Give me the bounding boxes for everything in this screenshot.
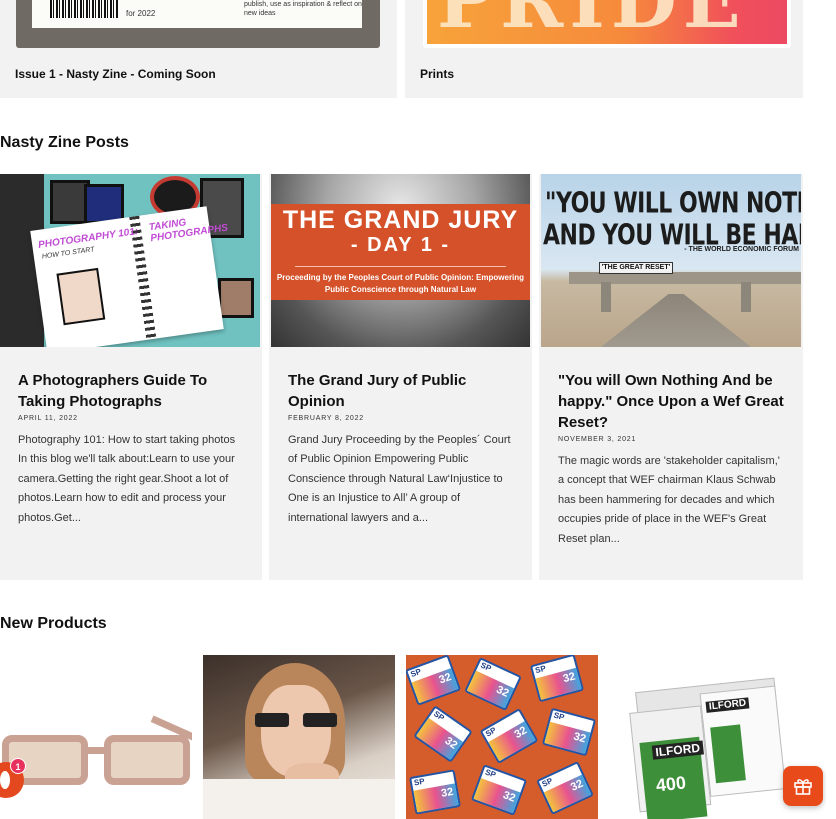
sd-card: SP 32 (479, 708, 539, 764)
film-box-graphic: ILFORD 400 ILFORD (627, 677, 787, 819)
blog-date: APRIL 11, 2022 (18, 415, 78, 422)
film-box-side: ILFORD (699, 685, 787, 797)
sd-card: SP 32 (470, 764, 528, 816)
blog-excerpt: Photography 101: How to start taking pho… (18, 434, 236, 524)
section-heading-posts: Nasty Zine Posts (0, 134, 129, 151)
section-heading-products: New Products (0, 615, 107, 632)
blog-title[interactable]: "You will Own Nothing And be happy." Onc… (558, 370, 785, 433)
road-graphic (601, 294, 751, 347)
blog-card[interactable]: "YOU WILL OWN NOTHING, AND YOU WILL BE H… (539, 174, 803, 580)
photography-artwork: PHOTOGRAPHY 101: HOW TO START TAKING PHO… (0, 174, 260, 347)
sd-brand: SP (534, 663, 547, 676)
pride-letters: PRIDE (437, 0, 747, 44)
page: for 2022 publish, use as inspiration & r… (0, 0, 836, 819)
overpass-pillar (741, 282, 751, 312)
featured-image-prints[interactable]: PRIDE (423, 0, 791, 48)
zine-year-text: for 2022 (126, 9, 156, 18)
blog-date: FEBRUARY 8, 2022 (288, 415, 364, 422)
blog-body: "You will Own Nothing And be happy." Onc… (558, 370, 785, 549)
product-image-sunglasses[interactable] (0, 655, 192, 819)
model-shirt (203, 779, 395, 819)
banner-headline: THE GRAND JURY (282, 206, 519, 234)
sd-brand: SP (432, 709, 446, 723)
sd-card: SP 32 (413, 705, 473, 763)
notebook-graphic: PHOTOGRAPHY 101: HOW TO START TAKING PHO… (30, 206, 229, 347)
sunglasses-lens (104, 735, 190, 785)
sd-brand: SP (479, 660, 493, 674)
sd-card: SP 32 (529, 655, 585, 703)
film-box-front: ILFORD 400 (629, 705, 712, 819)
grand-jury-banner: THE GRAND JURY - DAY 1 - Proceeding by t… (271, 204, 530, 300)
blog-title[interactable]: The Grand Jury of Public Opinion (288, 370, 514, 412)
zine-note-text: publish, use as inspiration & reflect on… (244, 1, 362, 17)
page-edge (826, 0, 836, 819)
barcode-graphic (50, 0, 118, 18)
blog-title[interactable]: A Photographers Guide To Taking Photogra… (18, 370, 244, 412)
product-image-model-sunglasses[interactable] (203, 655, 395, 819)
product-image-sd-cards[interactable]: SP 32 SP 32 SP 32 SP 32 SP 32 SP 32 SP 32 SP 32 … (406, 655, 598, 819)
blog-image-great-reset[interactable]: "YOU WILL OWN NOTHING, AND YOU WILL BE H… (541, 174, 801, 347)
sd-card: SP 32 (536, 761, 594, 815)
featured-title-zine[interactable]: Issue 1 - Nasty Zine - Coming Soon (15, 67, 216, 81)
film-iso: 400 (654, 772, 687, 796)
pride-artwork: PRIDE (427, 0, 787, 44)
blog-body: The Grand Jury of Public Opinion FEBRUAR… (288, 370, 514, 528)
quote-source: - THE WORLD ECONOMIC FORUM (684, 246, 799, 253)
blog-card[interactable]: THE GRAND JURY - DAY 1 - Proceeding by t… (269, 174, 532, 580)
blog-image-photography[interactable]: PHOTOGRAPHY 101: HOW TO START TAKING PHO… (0, 174, 260, 347)
banner-divider (295, 266, 506, 267)
blog-excerpt: The magic words are 'stakeholder capital… (558, 455, 780, 545)
blog-body: A Photographers Guide To Taking Photogra… (18, 370, 244, 528)
grand-jury-artwork: THE GRAND JURY - DAY 1 - Proceeding by t… (271, 174, 530, 347)
blog-card[interactable]: PHOTOGRAPHY 101: HOW TO START TAKING PHO… (0, 174, 262, 580)
artwork-photo-frame (218, 278, 254, 318)
sd-card: SP 32 (406, 655, 462, 706)
blog-excerpt: Grand Jury Proceeding by the Peoples´ Co… (288, 434, 511, 524)
great-reset-artwork: "YOU WILL OWN NOTHING, AND YOU WILL BE H… (541, 174, 801, 347)
chat-unread-badge: 1 (10, 758, 26, 774)
film-brand: ILFORD (705, 697, 750, 713)
sd-capacity: 32 (440, 785, 455, 800)
gift-button[interactable] (783, 766, 823, 806)
sd-card: SP 32 (409, 769, 461, 815)
banner-caption: Proceeding by the Peoples Court of Publi… (276, 273, 525, 294)
featured-title-prints[interactable]: Prints (420, 67, 454, 81)
overpass-pillar (601, 282, 611, 312)
blog-date: NOVEMBER 3, 2021 (558, 436, 637, 443)
chat-icon (0, 771, 10, 789)
notebook-photo (56, 267, 106, 326)
film-box-label: ILFORD 400 (639, 736, 708, 819)
film-brand: ILFORD (651, 740, 704, 760)
sd-brand: SP (409, 666, 423, 679)
gift-icon (794, 779, 812, 795)
product-image-film[interactable]: ILFORD 400 ILFORD (609, 655, 801, 819)
sd-brand: SP (540, 776, 555, 789)
featured-image-zine[interactable]: for 2022 publish, use as inspiration & r… (16, 0, 380, 48)
sd-card: SP 32 (541, 707, 597, 757)
sd-card: SP 32 (464, 657, 522, 711)
sd-brand: SP (552, 710, 566, 723)
quote-line: "YOU WILL OWN NOTHING, (545, 188, 801, 221)
sd-brand: SP (413, 776, 426, 788)
notebook-text: TAKING PHOTOGRAPHS (148, 217, 229, 245)
blog-image-grand-jury[interactable]: THE GRAND JURY - DAY 1 - Proceeding by t… (271, 174, 530, 347)
featured-card-prints[interactable]: PRIDE Prints (405, 0, 803, 98)
featured-card-zine[interactable]: for 2022 publish, use as inspiration & r… (0, 0, 397, 98)
sd-brand: SP (483, 767, 497, 780)
model-sunglasses (255, 713, 339, 727)
overpass-sign: 'THE GREAT RESET' (599, 262, 673, 274)
film-box-label (710, 724, 746, 784)
banner-subheadline: - DAY 1 - (350, 234, 451, 256)
